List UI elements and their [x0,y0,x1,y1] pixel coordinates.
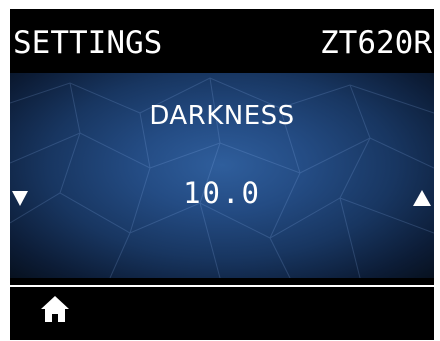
divider [10,285,434,287]
setting-value: 10.0 [183,176,261,210]
printer-model: ZT620R [320,25,432,61]
home-icon [41,296,69,322]
home-button[interactable] [40,295,70,323]
setting-name: DARKNESS [149,101,295,131]
screen-title: SETTINGS [13,25,163,61]
printer-display: SETTINGS ZT620R DARKNESS 10.0 [10,9,434,340]
